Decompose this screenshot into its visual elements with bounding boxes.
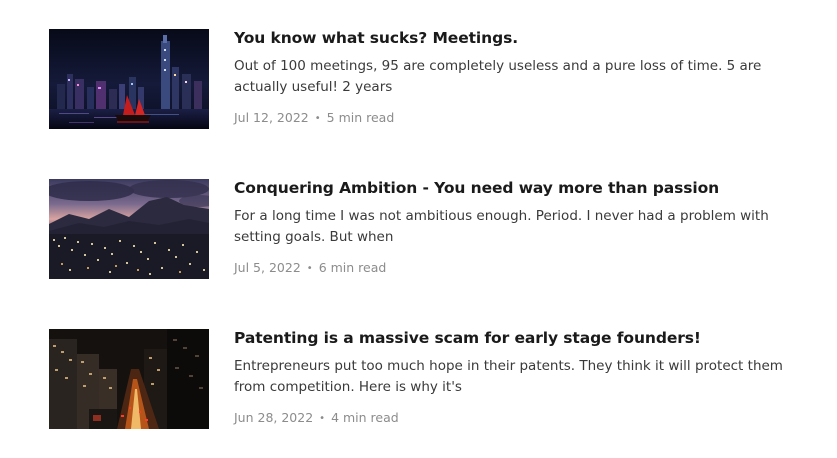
post-title[interactable]: Patenting is a massive scam for early st… [234,329,809,347]
night-harbor-skyline-image [49,29,209,129]
post-title[interactable]: Conquering Ambition - You need way more … [234,179,809,197]
meta-separator: • [306,263,313,274]
post-card[interactable]: Patenting is a massive scam for early st… [49,329,809,429]
meta-separator: • [319,413,326,424]
post-content: Conquering Ambition - You need way more … [234,179,809,278]
post-date: Jul 5, 2022 [234,260,301,275]
post-meta: Jun 28, 2022 • 4 min read [234,410,809,428]
post-title[interactable]: You know what sucks? Meetings. [234,29,809,47]
post-excerpt: Out of 100 meetings, 95 are completely u… [234,58,762,95]
post-content: You know what sucks? Meetings. Out of 10… [234,29,809,128]
meta-separator: • [314,113,321,124]
post-excerpt: Entrepreneurs put too much hope in their… [234,358,783,395]
post-read-time: 6 min read [318,260,387,275]
post-excerpt: For a long time I was not ambitious enou… [234,208,769,245]
post-meta: Jul 5, 2022 • 6 min read [234,260,809,278]
post-list: You know what sucks? Meetings. Out of 10… [0,0,837,458]
post-thumbnail-link[interactable] [49,179,209,279]
post-date: Jun 28, 2022 [234,410,314,425]
post-card[interactable]: You know what sucks? Meetings. Out of 10… [49,29,809,129]
night-street-city-image [49,329,209,429]
post-read-time: 5 min read [326,110,395,125]
dusk-mountain-city-image [49,179,209,279]
post-date: Jul 12, 2022 [234,110,309,125]
post-content: Patenting is a massive scam for early st… [234,329,809,428]
post-read-time: 4 min read [331,410,399,425]
post-thumbnail-link[interactable] [49,329,209,429]
post-card[interactable]: Conquering Ambition - You need way more … [49,179,809,279]
post-meta: Jul 12, 2022 • 5 min read [234,110,809,128]
post-thumbnail-link[interactable] [49,29,209,129]
